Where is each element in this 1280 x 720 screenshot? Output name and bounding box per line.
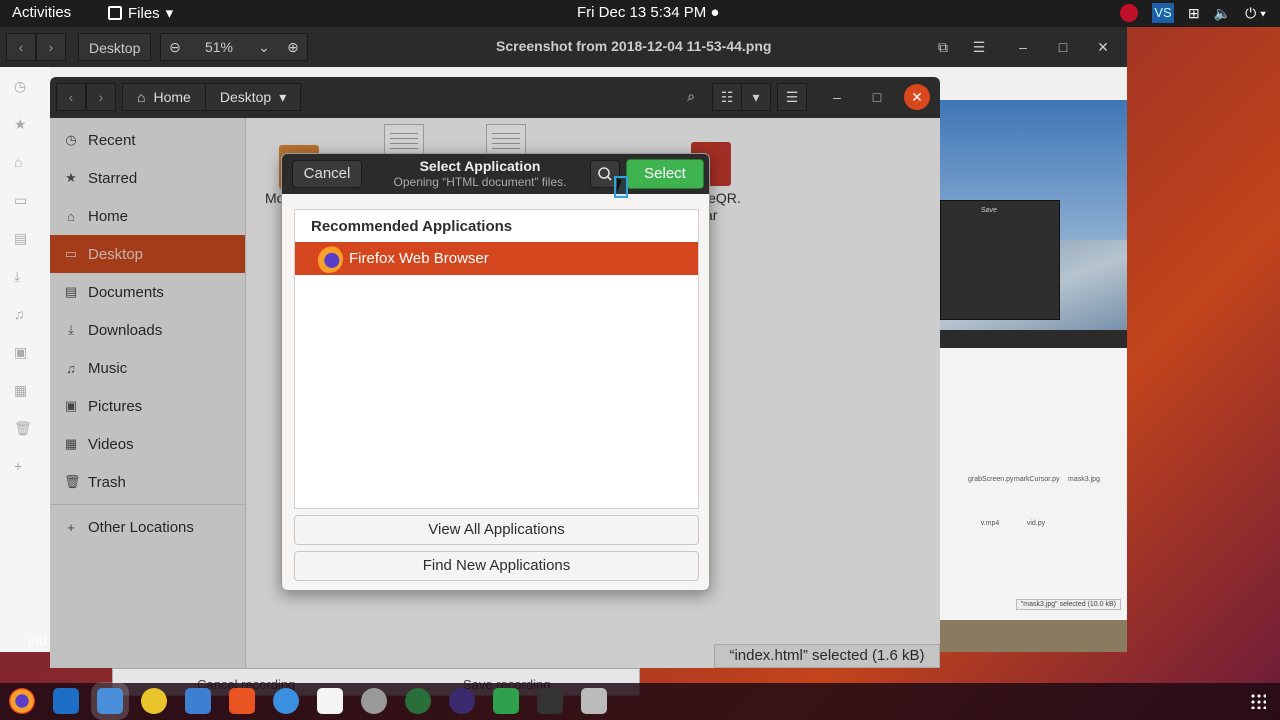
picture-icon: ▣ (14, 344, 28, 360)
writer-icon[interactable] (185, 688, 211, 714)
embedded-save-label: Save (981, 207, 997, 214)
vscode-icon[interactable]: VS (1151, 3, 1174, 23)
maximize-icon[interactable]: □ (864, 84, 890, 110)
firefox-icon[interactable] (9, 688, 35, 714)
firefox-icon (315, 244, 343, 273)
menu-icon[interactable]: ☰ (964, 33, 994, 61)
background-label: ind (28, 632, 47, 648)
volume-icon[interactable]: 🔈 (1214, 5, 1231, 22)
menu-icon[interactable]: ☰ (777, 83, 807, 111)
zoom-control[interactable]: ⊖ 51% ⌄ ⊕ (160, 33, 308, 61)
back-icon[interactable]: ‹ (56, 83, 86, 111)
amazon-icon[interactable] (317, 688, 343, 714)
fullscreen-icon[interactable]: ⧉ (928, 33, 958, 61)
network-icon[interactable]: ⊞ (1188, 5, 1200, 22)
embedded-files-window: grabScreen.py markCursor.py mask3.jpg v.… (940, 330, 1127, 620)
home-icon: ⌂ (14, 154, 23, 170)
path-home[interactable]: ⌂ Home (123, 84, 206, 110)
settings-icon[interactable] (361, 688, 387, 714)
dialog-header: Cancel Select Application Opening “HTML … (282, 154, 709, 194)
embedded-file: v.mp4 (980, 520, 1000, 527)
path-home-label: Home (153, 89, 191, 105)
home-icon: ⌂ (137, 89, 146, 105)
select-application-dialog: Cancel Select Application Opening “HTML … (281, 153, 710, 591)
system-tray: VS ⊞ 🔈 ⏻ ▾ (1119, 3, 1266, 23)
view-all-applications-button[interactable]: View All Applications (294, 515, 699, 545)
activities-button[interactable]: Activities (12, 4, 71, 21)
image-viewer-icon[interactable] (581, 688, 607, 714)
rhythmbox-icon[interactable] (141, 688, 167, 714)
forward-icon[interactable]: › (36, 33, 66, 61)
cancel-button[interactable]: Cancel (292, 160, 362, 188)
search-icon[interactable]: ⌕ (676, 83, 706, 111)
back-icon[interactable]: ‹ (6, 33, 36, 61)
dialog-title: Select Application (419, 158, 541, 174)
forward-icon[interactable]: › (86, 83, 116, 111)
desktop-icon: ▭ (14, 192, 28, 208)
plus-icon: + (14, 458, 23, 474)
zoom-level: 51% (204, 39, 234, 55)
terminal-icon[interactable] (537, 688, 563, 714)
help-icon[interactable] (273, 688, 299, 714)
screenshot-image: Save grabScreen.py markCursor.py mask3.j… (940, 100, 1127, 652)
app-grid-icon[interactable] (1250, 693, 1266, 709)
dock (0, 683, 1280, 720)
star-icon: ★ (14, 116, 27, 132)
download-icon: ⤓ (14, 268, 21, 284)
app-menu[interactable]: Files ▾ (108, 4, 173, 22)
trash-icon: 🗑 (14, 420, 32, 436)
viewer-breadcrumb[interactable]: Desktop (78, 33, 152, 61)
application-list: Recommended Applications Firefox Web Bro… (294, 209, 699, 509)
clock[interactable]: Fri Dec 13 5:34 PM ● (577, 4, 719, 21)
files-app-icon (108, 6, 122, 20)
clock-icon: ◷ (14, 78, 27, 94)
recording-icon[interactable] (1119, 4, 1138, 22)
minimize-icon[interactable]: – (1008, 33, 1038, 61)
app-menu-label: Files (128, 4, 160, 22)
calc-icon[interactable] (493, 688, 519, 714)
mouse-pointer-icon (617, 178, 622, 192)
close-icon[interactable]: ✕ (1088, 33, 1118, 61)
embedded-file: grabScreen.py (968, 476, 1014, 483)
section-header: Recommended Applications (311, 218, 513, 235)
chevron-down-icon: ▾ (165, 5, 174, 22)
path-desktop[interactable]: Desktop ▾ (205, 84, 301, 110)
zoom-out-icon[interactable]: ⊖ (161, 39, 189, 56)
files-icon[interactable] (97, 688, 123, 714)
power-icon[interactable]: ⏻ ▾ (1245, 5, 1266, 22)
thunderbird-icon[interactable] (53, 688, 79, 714)
chevron-down-icon[interactable]: ▾ (741, 83, 771, 111)
embedded-dark-window: Save (940, 200, 1060, 320)
app-name: Firefox Web Browser (349, 250, 489, 267)
path-desktop-label: Desktop (219, 89, 272, 105)
minimize-icon[interactable]: – (824, 84, 850, 110)
find-new-applications-button[interactable]: Find New Applications (294, 551, 699, 581)
chevron-down-icon: ▾ (279, 89, 287, 105)
list-item[interactable]: Firefox Web Browser (295, 242, 698, 275)
list-view-icon[interactable]: ☷ (712, 83, 742, 111)
viewer-left-strip: ◷ ★ ⌂ ▭ ▤ ⤓ ♫ ▣ ▦ 🗑 + (0, 67, 50, 652)
chrome-icon[interactable] (405, 688, 431, 714)
image-viewer-header: ‹ › Desktop ⊖ 51% ⌄ ⊕ Screenshot from 20… (0, 27, 1127, 67)
eclipse-icon[interactable] (449, 688, 475, 714)
viewer-title: Screenshot from 2018-12-04 11-53-44.png (496, 38, 772, 54)
files-header: ‹ › ⌂ Home Desktop ▾ ⌕ ☷ ▾ ☰ – □ ✕ (50, 77, 940, 118)
embedded-file: mask3.jpg (1068, 476, 1100, 483)
chevron-down-icon[interactable]: ⌄ (249, 39, 279, 56)
embedded-file: vid.py (1026, 520, 1046, 527)
music-icon: ♫ (14, 306, 25, 322)
video-icon: ▦ (14, 382, 28, 398)
top-bar: Activities Files ▾ Fri Dec 13 5:34 PM ● … (0, 0, 1280, 27)
software-icon[interactable] (229, 688, 255, 714)
zoom-in-icon[interactable]: ⊕ (279, 39, 307, 56)
path-bar: ⌂ Home Desktop ▾ (122, 83, 302, 111)
maximize-icon[interactable]: □ (1048, 33, 1078, 61)
document-icon: ▤ (14, 230, 28, 246)
embedded-status: "mask3.jpg" selected (10.0 kB) (1015, 599, 1121, 610)
close-icon[interactable]: ✕ (904, 84, 930, 110)
dialog-subtitle: Opening “HTML document” files. (393, 175, 567, 189)
embedded-file: markCursor.py (1014, 476, 1060, 483)
select-button[interactable]: Select (626, 159, 704, 189)
